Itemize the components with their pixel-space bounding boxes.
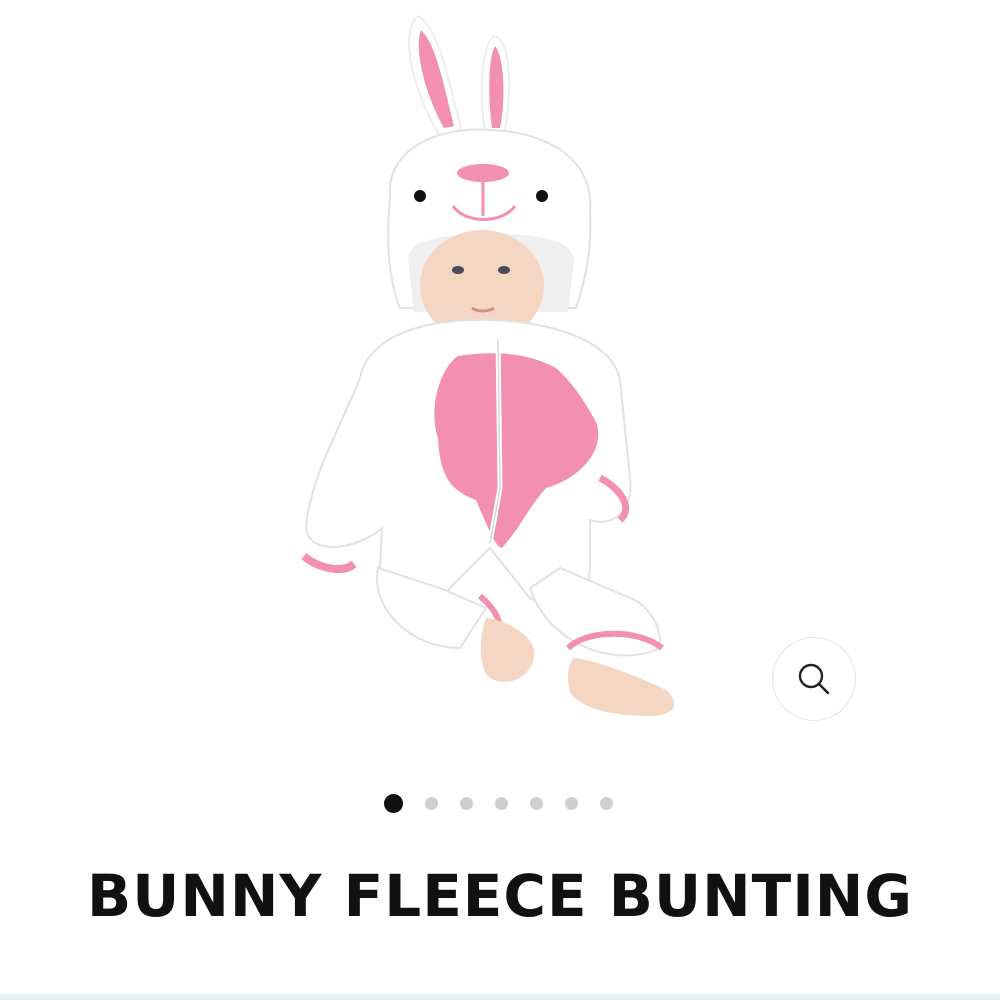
product-title: BUNNY FLEECE BUNTING [87,862,913,930]
gallery-dot-6[interactable] [564,796,578,810]
gallery-dot-3[interactable] [459,796,473,810]
gallery-pagination [0,793,1000,813]
left-foot [480,618,535,682]
right-foot [567,658,675,716]
product-image[interactable] [290,8,690,728]
gallery-dot-4[interactable] [494,796,508,810]
right-leg [528,566,662,657]
bottom-divider [0,994,1000,1000]
gallery-dot-2[interactable] [424,796,438,810]
product-page: BUNNY FLEECE BUNTING [0,0,1000,1000]
gallery-dot-7[interactable] [599,796,613,810]
search-icon [798,663,830,695]
gallery-dot-1[interactable] [383,793,403,813]
gallery-dot-5[interactable] [529,796,543,810]
zoom-button[interactable] [772,637,856,721]
